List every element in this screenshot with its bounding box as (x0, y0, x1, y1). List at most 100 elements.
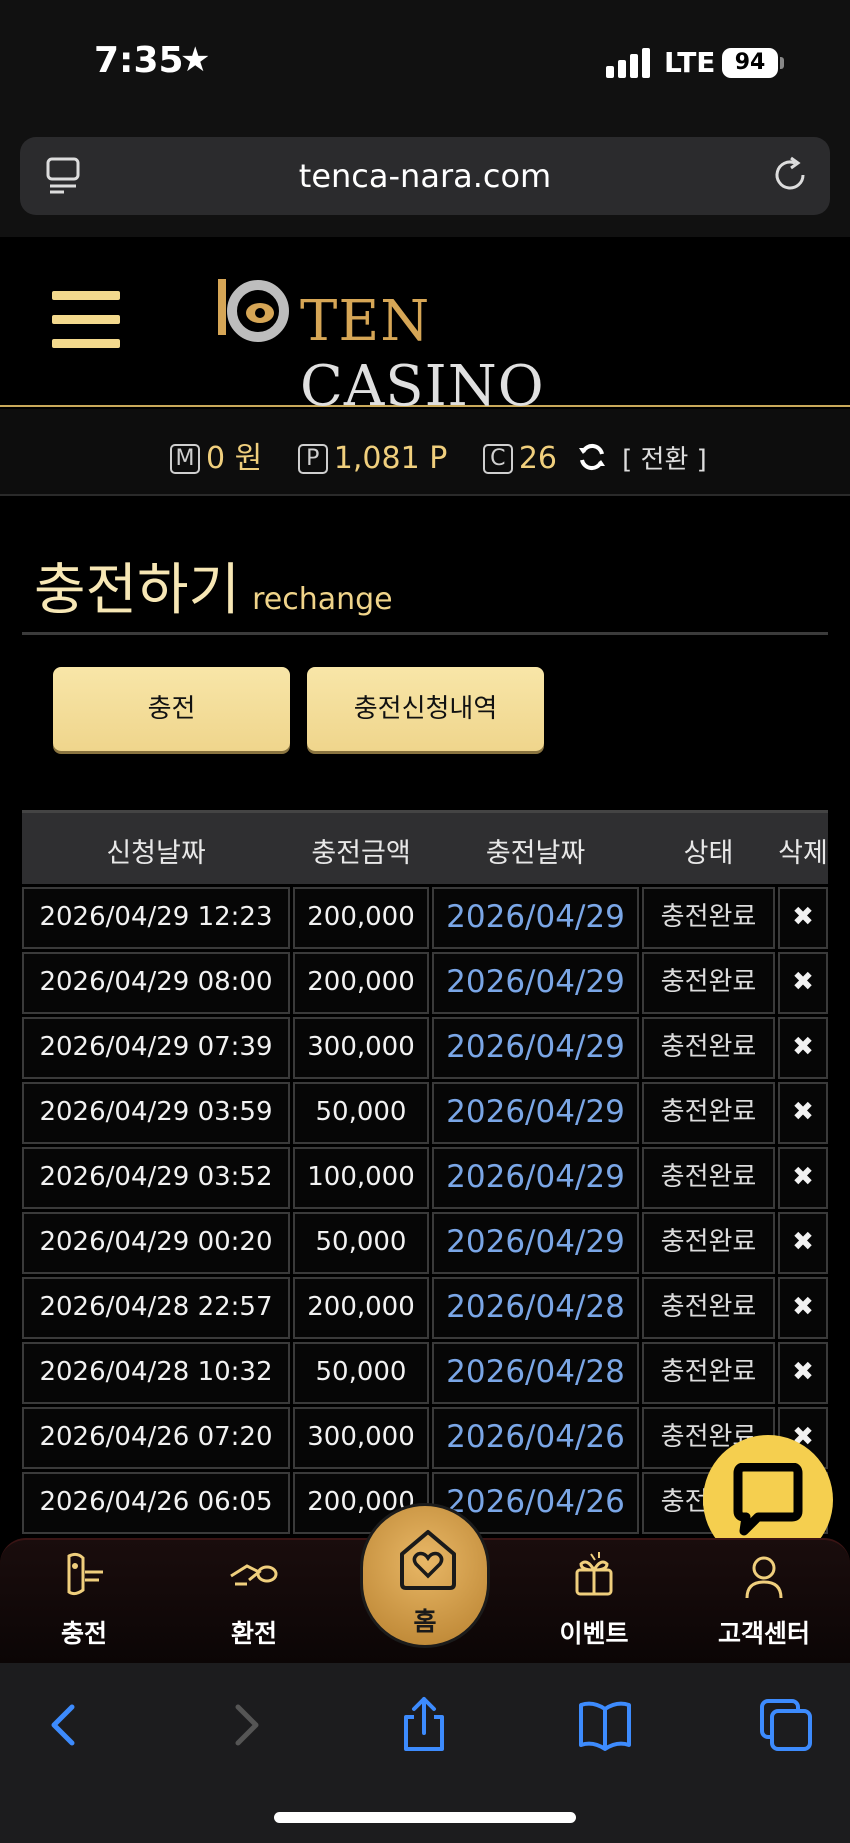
cell-status: 충전완료 (642, 952, 775, 1014)
coin-badge: C (482, 444, 513, 474)
cell-charged-date: 2026/04/26 (432, 1407, 639, 1469)
share-icon[interactable] (394, 1695, 454, 1755)
nav-support[interactable]: 고객센터 (689, 1540, 839, 1665)
logo-text: TEN CASINO (300, 289, 644, 419)
cell-requested-date: 2026/04/26 07:20 (22, 1407, 290, 1469)
nav-event[interactable]: 이벤트 (519, 1540, 669, 1665)
support-agent-icon (745, 1556, 783, 1599)
cell-amount: 200,000 (293, 1277, 429, 1339)
logo-text-ten: TEN (300, 289, 431, 354)
cell-requested-date: 2026/04/28 10:32 (22, 1342, 290, 1404)
header-amount: 충전금액 (311, 838, 411, 869)
delete-icon[interactable]: ✖ (778, 952, 828, 1014)
delete-icon[interactable]: ✖ (778, 1212, 828, 1274)
nav-charge-label: 충전 (60, 1619, 107, 1648)
address-bar[interactable]: tenca-nara.com (20, 137, 830, 215)
cell-status: 충전완료 (642, 1082, 775, 1144)
delete-icon[interactable]: ✖ (778, 1277, 828, 1339)
status-bar: 7:35 ★ LTE 94 (0, 0, 850, 120)
cell-charged-date: 2026/04/29 (432, 1212, 639, 1274)
hamburger-menu-icon[interactable] (52, 291, 120, 351)
cell-charged-date: 2026/04/29 (432, 887, 639, 949)
cell-amount: 300,000 (293, 1017, 429, 1079)
page-title-text: 충전하기 (34, 558, 241, 623)
cell-status: 충전완료 (642, 1342, 775, 1404)
header-charged-date: 충전날짜 (485, 838, 586, 869)
money-badge: M (170, 444, 200, 474)
header-delete: 삭제 (778, 838, 828, 869)
chat-icon (733, 1463, 803, 1536)
nav-exchange-label: 환전 (230, 1619, 277, 1648)
table-row: 2026/04/29 07:39 300,000 2026/04/29 충전완료 ✖ (22, 1014, 828, 1079)
page-subtitle: rechange (252, 582, 393, 617)
cell-amount: 100,000 (293, 1147, 429, 1209)
point-balance: 1,081 P (333, 441, 448, 476)
delete-icon[interactable]: ✖ (778, 1082, 828, 1144)
logo-mark-icon (218, 279, 289, 342)
browser-address-area: tenca-nara.com (0, 120, 850, 237)
cell-requested-date: 2026/04/29 03:52 (22, 1147, 290, 1209)
table-row: 2026/04/28 22:57 200,000 2026/04/28 충전완료 ✖ (22, 1274, 828, 1339)
network-label: LTE (664, 46, 716, 79)
convert-link[interactable]: [ 전환 ] (622, 445, 707, 475)
nav-charge[interactable]: 충전 (9, 1540, 159, 1665)
cell-requested-date: 2026/04/29 07:39 (22, 1017, 290, 1079)
cell-amount: 200,000 (293, 887, 429, 949)
cell-requested-date: 2026/04/26 06:05 (22, 1472, 290, 1534)
table-row: 2026/04/29 08:00 200,000 2026/04/29 충전완료 ✖ (22, 949, 828, 1014)
charge-hand-icon (67, 1552, 103, 1596)
balance-bar: M0 원 P 1,081 P C 26 [ 전환 ] (0, 409, 850, 496)
page-title: 충전하기 rechange (34, 545, 393, 626)
cell-charged-date: 2026/04/28 (432, 1342, 639, 1404)
url-text[interactable]: tenca-nara.com (20, 157, 830, 195)
charge-button[interactable]: 충전 (53, 667, 290, 751)
delete-icon[interactable]: ✖ (778, 887, 828, 949)
gift-icon (575, 1552, 613, 1596)
cell-status: 충전완료 (642, 1147, 775, 1209)
table-row: 2026/04/26 07:20 300,000 2026/04/26 충전완료 ✖ (22, 1404, 828, 1469)
bookmarks-icon[interactable] (575, 1695, 635, 1755)
exchange-hand-icon (230, 1564, 278, 1586)
cell-charged-date: 2026/04/28 (432, 1277, 639, 1339)
table-header: 신청날짜 충전금액 충전날짜 상태 삭제 (22, 810, 828, 884)
forward-icon[interactable] (216, 1695, 276, 1755)
cell-requested-date: 2026/04/29 00:20 (22, 1212, 290, 1274)
charge-history-button[interactable]: 충전신청내역 (307, 667, 544, 751)
cell-charged-date: 2026/04/29 (432, 952, 639, 1014)
cell-amount: 50,000 (293, 1212, 429, 1274)
reload-icon[interactable] (770, 155, 810, 195)
cell-requested-date: 2026/04/29 12:23 (22, 887, 290, 949)
back-icon[interactable] (34, 1695, 94, 1755)
nav-home-button[interactable]: 홈 (360, 1503, 490, 1648)
status-time: 7:35 (94, 40, 184, 81)
delete-icon[interactable]: ✖ (778, 1342, 828, 1404)
delete-icon[interactable]: ✖ (778, 1017, 828, 1079)
refresh-icon[interactable] (577, 442, 607, 472)
star-icon: ★ (180, 40, 211, 80)
cell-requested-date: 2026/04/28 22:57 (22, 1277, 290, 1339)
table-row: 2026/04/29 12:23 200,000 2026/04/29 충전완료 ✖ (22, 884, 828, 949)
battery-tip (780, 57, 784, 69)
table-row: 2026/04/29 03:52 100,000 2026/04/29 충전완료 ✖ (22, 1144, 828, 1209)
battery-icon: 94 (722, 48, 778, 78)
cell-amount: 300,000 (293, 1407, 429, 1469)
nav-exchange[interactable]: 환전 (179, 1540, 329, 1665)
tabs-icon[interactable] (756, 1695, 816, 1755)
home-indicator (274, 1812, 576, 1823)
header-status: 상태 (683, 838, 734, 869)
cell-amount: 50,000 (293, 1082, 429, 1144)
table-row: 2026/04/29 03:59 50,000 2026/04/29 충전완료 ✖ (22, 1079, 828, 1144)
cell-requested-date: 2026/04/29 08:00 (22, 952, 290, 1014)
delete-icon[interactable]: ✖ (778, 1147, 828, 1209)
cell-charged-date: 2026/04/29 (432, 1147, 639, 1209)
site-logo[interactable]: TEN CASINO (214, 267, 644, 419)
point-badge: P (297, 444, 328, 474)
nav-event-label: 이벤트 (559, 1619, 629, 1648)
signal-icon (606, 48, 654, 78)
cell-amount: 50,000 (293, 1342, 429, 1404)
cell-requested-date: 2026/04/29 03:59 (22, 1082, 290, 1144)
table-row: 2026/04/28 10:32 50,000 2026/04/28 충전완료 ✖ (22, 1339, 828, 1404)
title-divider (22, 632, 828, 635)
cell-status: 충전완료 (642, 1212, 775, 1274)
nav-support-label: 고객센터 (717, 1619, 810, 1648)
